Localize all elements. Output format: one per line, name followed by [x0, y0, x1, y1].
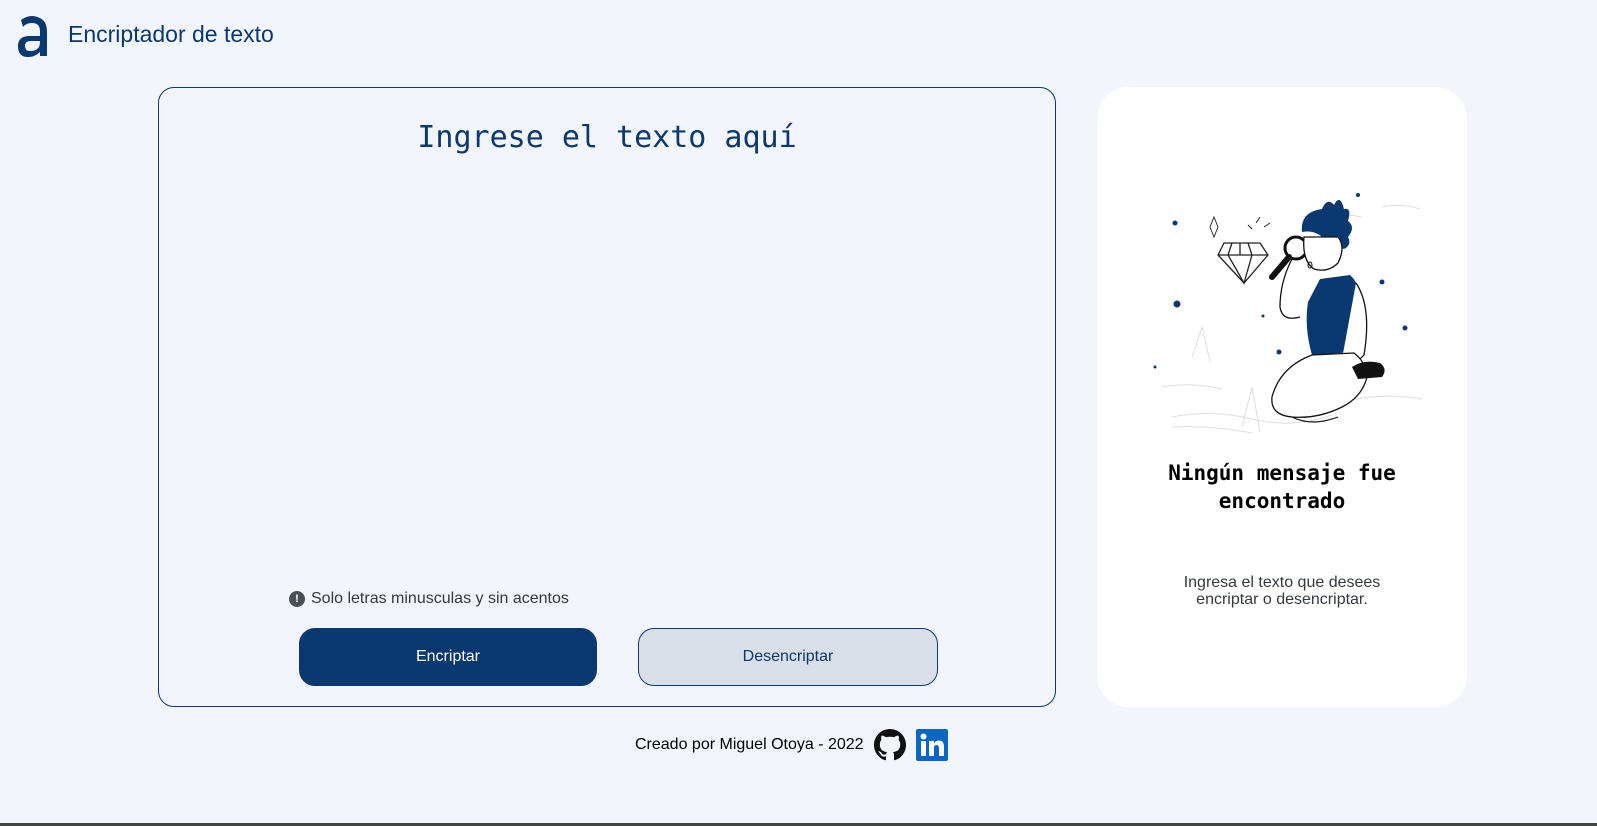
person-with-magnifying-glass-illustration: [1153, 193, 1423, 434]
empty-state-message: Ingresa el texto que desees encriptar o …: [1183, 574, 1381, 608]
input-hint: ! Solo letras minusculas y sin acentos: [289, 590, 569, 608]
header: Encriptador de texto: [16, 10, 274, 58]
app-title: Encriptador de texto: [68, 20, 274, 47]
output-panel: Ningún mensaje fue encontrado Ingresa el…: [1097, 87, 1467, 707]
encrypt-button[interactable]: Encriptar: [299, 628, 597, 686]
linkedin-icon[interactable]: [915, 729, 948, 761]
footer-credit: Creado por Miguel Otoya - 2022: [635, 736, 864, 753]
input-panel: ! Solo letras minusculas y sin acentos E…: [158, 87, 1056, 707]
exclamation-circle-icon: !: [289, 591, 305, 607]
decrypt-button[interactable]: Desencriptar: [638, 628, 938, 686]
text-input[interactable]: [179, 108, 1035, 568]
alura-logo-icon[interactable]: [16, 10, 48, 58]
hint-text: Solo letras minusculas y sin acentos: [311, 590, 569, 607]
empty-state-title: Ningún mensaje fue encontrado: [1168, 461, 1396, 513]
footer: Creado por Miguel Otoya - 2022: [635, 729, 948, 761]
github-icon[interactable]: [873, 729, 906, 761]
